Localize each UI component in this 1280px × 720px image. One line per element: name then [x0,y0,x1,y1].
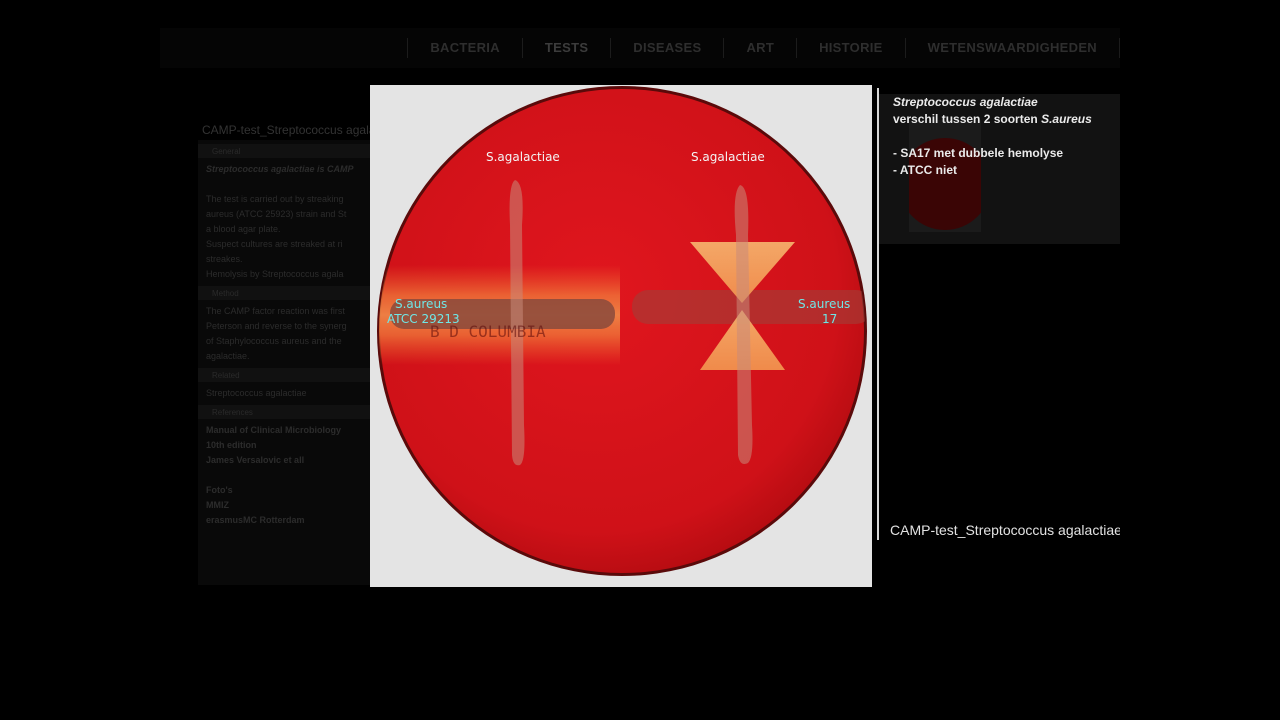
reference-line: James Versalovic et all [206,455,305,465]
caption-bullet: - ATCC niet [893,163,957,177]
article-line: streakes. [206,254,243,264]
article-line: a blood agar plate. [206,224,281,234]
article-line: Streptococcus agalactiae is CAMP [206,164,354,174]
article-line: Suspect cultures are streaked at ri [206,239,343,249]
background-article: General Streptococcus agalactiae is CAMP… [198,140,370,585]
article-line: of Staphylococcus aureus and the [206,336,342,346]
section-header: General [198,144,370,158]
reference-line: Manual of Clinical Microbiology [206,425,342,435]
download-filename[interactable]: CAMP-test_Streptococcus agalactiae [890,522,1120,538]
label-atcc-number: ATCC 29213 [387,312,460,326]
reference-line: erasmusMC Rotterdam [206,515,305,525]
article-line: Hemolysis by Streptococcus agala [206,269,344,279]
nav-item-tests[interactable]: TESTS [521,38,610,58]
label-saureus-right: S.aureus [798,297,851,311]
nav-item-wetenswaardigheden[interactable]: WETENSWAARDIGHEDEN [904,38,1120,58]
page-title: CAMP-test_Streptococcus agalactiae [202,123,370,137]
article-line: Peterson and reverse to the synerg [206,321,347,331]
camp-test-photo[interactable]: B D COLUMBIA S.agalactiae S.agalactiae S… [370,85,872,587]
download-link[interactable]: CAMP-test_Streptococcus agalactiae [889,521,1120,539]
caption-species: Streptococcus agalactiae [893,95,1038,109]
section-header: Method [198,286,370,300]
article-line[interactable]: Streptococcus agalactiae [206,386,370,401]
nav-item-bacteria[interactable]: BACTERIA [407,38,522,58]
agar-plate-drawing: B D COLUMBIA [370,85,872,587]
section-header: Related [198,368,370,382]
label-sagalactiae-right: S.agalactiae [691,150,765,164]
nav-item-historie[interactable]: HISTORIE [796,38,905,58]
label-sagalactiae-left: S.agalactiae [486,150,560,164]
article-line: agalactiae. [206,351,250,361]
nav-item-diseases[interactable]: DISEASES [610,38,723,58]
label-saureus-left: S.aureus [395,297,448,311]
caption-bullet: - SA17 met dubbele hemolyse [893,146,1064,160]
label-strain-number: 17 [822,312,838,326]
reference-line: Foto's [206,485,233,495]
caption-subtitle: verschil tussen 2 soorten S.aureus [893,112,1092,126]
main-nav: BACTERIA TESTS DISEASES ART HISTORIE WET… [160,28,1120,68]
article-line: aureus (ATCC 25923) strain and St [206,209,347,219]
nav-item-art[interactable]: ART [723,38,796,58]
image-caption: Streptococcus agalactiae verschil tussen… [893,94,1118,179]
section-header: References [198,405,370,419]
reference-line: MMIZ [206,500,229,510]
article-line: The CAMP factor reaction was first [206,306,345,316]
reference-line: 10th edition [206,440,257,450]
article-line: The test is carried out by streaking [206,194,344,204]
